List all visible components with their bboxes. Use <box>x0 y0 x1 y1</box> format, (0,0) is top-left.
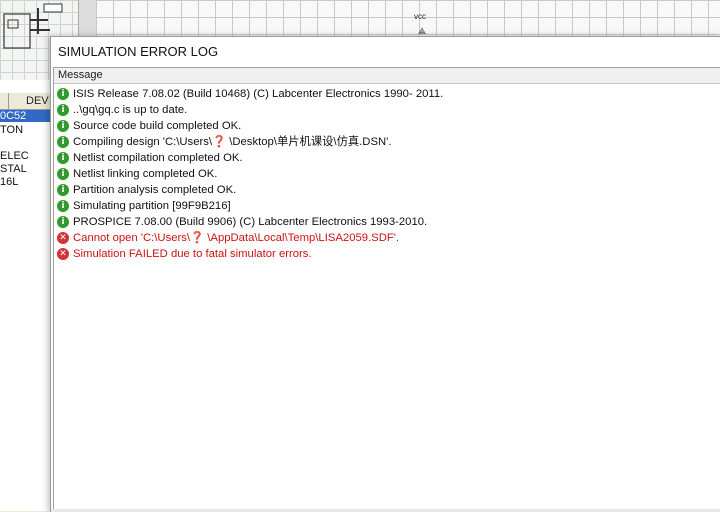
message-row[interactable]: i Source code build completed OK. <box>56 118 716 134</box>
toolbar-strip <box>78 0 97 40</box>
window-title: SIMULATION ERROR LOG <box>58 44 219 59</box>
column-header-label: Message <box>58 69 103 81</box>
info-icon: i <box>57 184 69 196</box>
device-item[interactable]: ELEC <box>0 150 29 162</box>
message-text: Source code build completed OK. <box>73 120 242 132</box>
info-icon: i <box>57 88 69 100</box>
device-item[interactable]: STAL <box>0 163 27 175</box>
message-list-view[interactable]: Message i ISIS Release 7.08.02 (Build 104… <box>53 67 720 511</box>
message-text: Cannot open 'C:\Users\❓ \AppData\Local\T… <box>73 232 400 244</box>
message-text: Netlist compilation completed OK. <box>73 152 243 164</box>
message-text: ISIS Release 7.08.02 (Build 10468) (C) L… <box>73 88 444 100</box>
device-panel-header: DEV <box>0 93 50 110</box>
message-row[interactable]: i ISIS Release 7.08.02 (Build 10468) (C) … <box>56 86 716 102</box>
device-panel: DEV 0C52 TON ELEC STAL 16L <box>0 80 51 511</box>
device-item[interactable]: 0C52 <box>0 110 50 122</box>
message-column-header[interactable]: Message <box>54 68 720 84</box>
message-text: Simulation FAILED due to fatal simulator… <box>73 248 312 260</box>
info-icon: i <box>57 200 69 212</box>
message-text: PROSPICE 7.08.00 (Build 9906) (C) Labcen… <box>73 216 428 228</box>
info-icon: i <box>57 216 69 228</box>
message-text: Partition analysis completed OK. <box>73 184 237 196</box>
schematic-canvas[interactable]: vcc ⟁ <box>96 0 720 36</box>
message-text: ..\gq\gq.c is up to date. <box>73 104 188 116</box>
info-icon: i <box>57 136 69 148</box>
message-row[interactable]: i PROSPICE 7.08.00 (Build 9906) (C) Labce… <box>56 214 716 230</box>
message-row[interactable]: i Compiling design 'C:\Users\❓ \Desktop\单… <box>56 134 716 150</box>
info-icon: i <box>57 152 69 164</box>
device-item[interactable]: 16L <box>0 176 18 188</box>
vcc-label: vcc <box>414 12 426 21</box>
message-row[interactable]: i Netlist linking completed OK. <box>56 166 716 182</box>
info-icon: i <box>57 168 69 180</box>
device-panel-header-label: DEV <box>26 95 49 107</box>
error-icon: ✕ <box>57 248 69 260</box>
simulation-error-log-window: SIMULATION ERROR LOG Message i ISIS Relea… <box>50 36 720 512</box>
device-item[interactable]: TON <box>0 124 23 136</box>
message-row[interactable]: i Netlist compilation completed OK. <box>56 150 716 166</box>
message-row[interactable]: i Simulating partition [99F9B216] <box>56 198 716 214</box>
message-row[interactable]: i ..\gq\gq.c is up to date. <box>56 102 716 118</box>
info-icon: i <box>57 120 69 132</box>
message-text: Simulating partition [99F9B216] <box>73 200 231 212</box>
message-text: Compiling design 'C:\Users\❓ \Desktop\单片… <box>73 136 392 148</box>
message-list: i ISIS Release 7.08.02 (Build 10468) (C) … <box>56 86 716 262</box>
info-icon: i <box>57 104 69 116</box>
message-row[interactable]: ✕ Simulation FAILED due to fatal simulato… <box>56 246 716 262</box>
message-row[interactable]: ✕ Cannot open 'C:\Users\❓ \AppData\Local\… <box>56 230 716 246</box>
message-text: Netlist linking completed OK. <box>73 168 218 180</box>
message-row[interactable]: i Partition analysis completed OK. <box>56 182 716 198</box>
error-icon: ✕ <box>57 232 69 244</box>
